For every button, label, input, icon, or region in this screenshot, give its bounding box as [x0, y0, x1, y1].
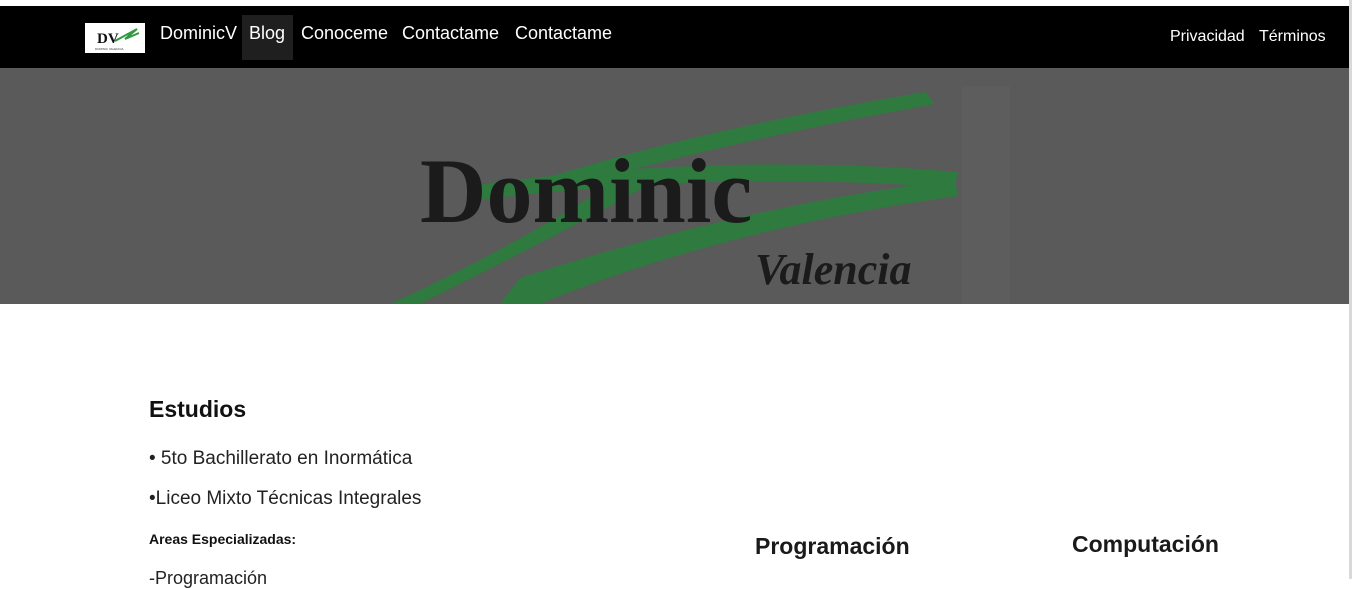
nav-conoceme[interactable]: Conoceme — [294, 15, 395, 60]
computacion-heading: Computación — [1072, 531, 1219, 557]
study-item: •Liceo Mixto Técnicas Integrales — [149, 488, 422, 509]
site-logo[interactable]: DV DOMINIC VALENCIA — [85, 23, 145, 53]
hero-title: Dominic — [420, 140, 752, 242]
areas-title: Areas Especializadas: — [149, 531, 297, 547]
estudios-heading: Estudios — [149, 396, 247, 422]
nav-terminos[interactable]: Términos — [1259, 26, 1326, 48]
nav-blog[interactable]: Blog — [242, 15, 293, 60]
navbar: DV DOMINIC VALENCIA DominicV Blog Conoce… — [0, 6, 1349, 68]
hero-banner: Dominic Valencia — [0, 68, 1349, 304]
nav-contactame-1[interactable]: Contactame — [395, 15, 506, 60]
study-item: • 5to Bachillerato en Inormática — [149, 448, 413, 469]
programacion-heading: Programación — [755, 533, 910, 559]
nav-privacidad[interactable]: Privacidad — [1170, 26, 1245, 48]
logo-text: DV — [97, 31, 119, 47]
logo-subtext: DOMINIC VALENCIA — [95, 47, 123, 51]
nav-contactame-2[interactable]: Contactame — [508, 15, 619, 60]
nav-brand[interactable]: DominicV — [153, 15, 244, 60]
main-content: Estudios • 5to Bachillerato en Inormátic… — [0, 304, 1349, 588]
hero-subtitle: Valencia — [755, 245, 911, 294]
area-item: -Programación — [149, 568, 268, 588]
